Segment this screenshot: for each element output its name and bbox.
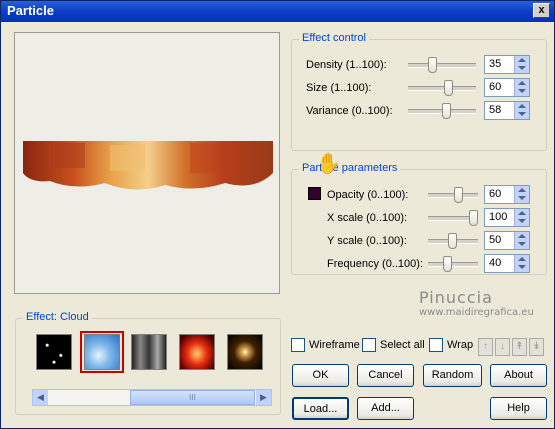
fire-effect-thumb[interactable] — [179, 334, 215, 370]
watermark-name: Pinuccia — [419, 288, 493, 307]
sparkle-effect-thumb[interactable] — [227, 334, 263, 370]
x-scale-label: X scale (0..100): — [327, 212, 408, 224]
cancel-button[interactable]: Cancel — [357, 364, 414, 387]
opacity-slider[interactable] — [428, 187, 478, 203]
opacity-spinbox[interactable]: 60 — [484, 185, 530, 204]
random-button[interactable]: Random — [423, 364, 482, 387]
effect-control-title: Effect control — [299, 32, 369, 44]
size-slider[interactable] — [408, 80, 476, 96]
frequency-slider[interactable] — [428, 256, 478, 272]
opacity-label: Opacity (0..100): — [327, 189, 409, 201]
effect-cloud-title: Effect: Cloud — [23, 311, 92, 323]
add-button[interactable]: Add... — [357, 397, 414, 420]
ok-button[interactable]: OK — [292, 364, 349, 387]
title-bar[interactable]: Particle x — [1, 1, 554, 22]
y-scale-spinbox[interactable]: 50 — [484, 231, 530, 250]
move-up-icon[interactable]: ↑ — [478, 338, 493, 356]
variance-spinbox[interactable]: 58 — [484, 101, 530, 120]
about-button[interactable]: About — [490, 364, 547, 387]
density-spinbox[interactable]: 35 — [484, 55, 530, 74]
wireframe-checkbox[interactable]: Wireframe — [291, 338, 360, 352]
scroll-thumb[interactable]: III — [130, 390, 255, 405]
particle-dialog: Particle x Effect control Density (1..10… — [0, 0, 555, 429]
effects-scrollbar[interactable]: ◀ III ▶ — [32, 389, 272, 406]
wrap-checkbox[interactable]: Wrap — [429, 338, 473, 352]
preview-pane — [14, 32, 280, 294]
x-scale-spinbox[interactable]: 100 — [484, 208, 530, 227]
frequency-label: Frequency (0..100): — [327, 258, 423, 270]
window-title: Particle — [7, 3, 54, 18]
density-slider[interactable] — [408, 57, 476, 73]
load-button[interactable]: Load... — [292, 397, 349, 420]
particle-parameters-title: Particle parameters — [299, 162, 401, 174]
density-label: Density (1..100): — [306, 59, 387, 71]
help-button[interactable]: Help — [490, 397, 547, 420]
smoke-effect-thumb[interactable] — [131, 334, 167, 370]
variance-slider[interactable] — [408, 103, 476, 119]
hand-cursor-icon: ✋ — [316, 153, 341, 175]
x-scale-slider[interactable] — [428, 210, 478, 226]
cloud-effect-thumb[interactable] — [84, 334, 120, 370]
stars-effect-thumb[interactable] — [36, 334, 72, 370]
scroll-left-icon[interactable]: ◀ — [33, 390, 48, 405]
frequency-spinbox[interactable]: 40 — [484, 254, 530, 273]
particle-preview-image — [23, 141, 273, 190]
scroll-right-icon[interactable]: ▶ — [256, 390, 271, 405]
size-spinbox[interactable]: 60 — [484, 78, 530, 97]
move-down-icon[interactable]: ↓ — [495, 338, 510, 356]
move-bottom-icon[interactable]: ↡ — [529, 338, 544, 356]
variance-label: Variance (0..100): — [306, 105, 393, 117]
size-label: Size (1..100): — [306, 82, 372, 94]
y-scale-label: Y scale (0..100): — [327, 235, 407, 247]
select-all-checkbox[interactable]: Select all — [362, 338, 425, 352]
watermark-url: www.maidiregrafica.eu — [419, 307, 534, 318]
close-button[interactable]: x — [533, 3, 550, 18]
y-scale-slider[interactable] — [428, 233, 478, 249]
particle-color-swatch[interactable] — [308, 187, 321, 200]
move-top-icon[interactable]: ↟ — [512, 338, 527, 356]
